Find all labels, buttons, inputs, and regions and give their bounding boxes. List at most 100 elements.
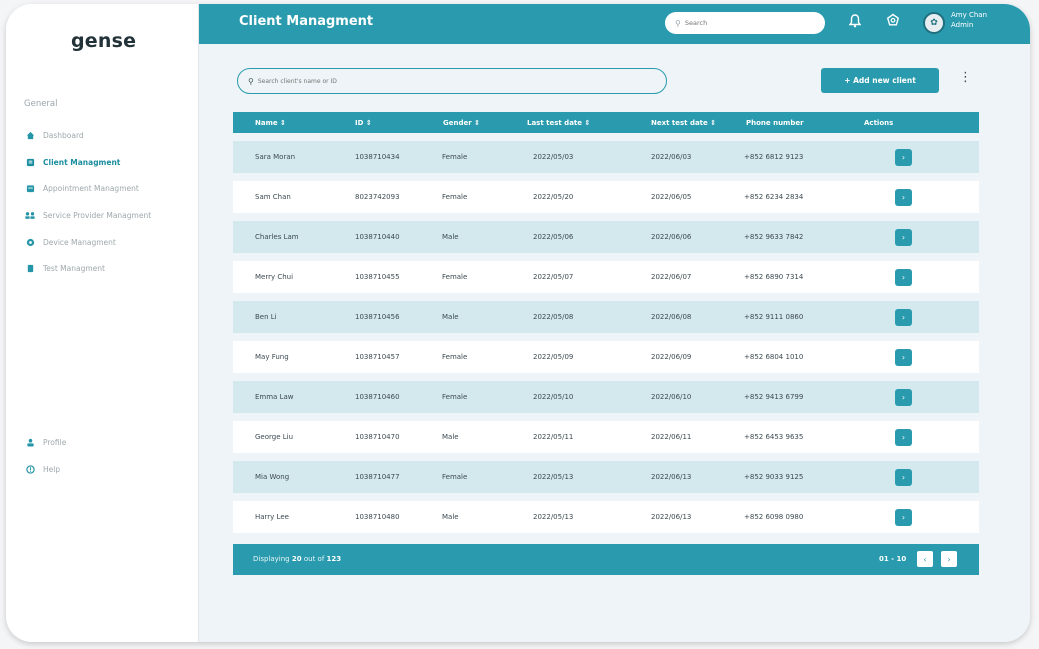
cell-next-test-date: 2022/06/13 xyxy=(651,513,692,521)
sidebar-item-label: Help xyxy=(43,464,61,474)
settings-icon[interactable] xyxy=(886,13,900,31)
sidebar-item-appointment-managment[interactable]: Appointment Managment xyxy=(24,175,194,202)
sidebar-item-label: Device Managment xyxy=(43,237,116,247)
cell-id: 1038710434 xyxy=(355,153,400,161)
view-client-button[interactable]: › xyxy=(895,148,912,166)
view-client-button[interactable]: › xyxy=(895,388,912,406)
col-header-actions: Actions xyxy=(864,118,894,127)
cell-phone: +852 6098 0980 xyxy=(744,513,804,521)
table-header: Name ⇕ ID ⇕ Gender ⇕ Last test date ⇕ Ne… xyxy=(233,112,979,133)
cell-actions: › xyxy=(858,308,938,326)
sidebar: gense General Dashboard Client Managment… xyxy=(6,4,198,642)
test-icon xyxy=(24,263,36,275)
col-header-name[interactable]: Name ⇕ xyxy=(233,119,333,127)
cell-last-test-date: 2022/05/07 xyxy=(533,273,574,281)
sidebar-item-device-managment[interactable]: Device Managment xyxy=(24,229,194,256)
cell-gender: Female xyxy=(442,353,468,361)
table-row: Ben Li 1038710456 Male 2022/05/08 2022/0… xyxy=(233,301,979,333)
help-icon xyxy=(24,463,36,475)
cell-id: 1038710440 xyxy=(355,233,400,241)
cell-id: 1038710460 xyxy=(355,393,400,401)
clients-table: Name ⇕ ID ⇕ Gender ⇕ Last test date ⇕ Ne… xyxy=(233,112,979,533)
client-search[interactable]: ⚲ xyxy=(237,68,667,94)
client-search-input[interactable] xyxy=(257,77,638,85)
cell-name: Emma Law xyxy=(255,393,294,401)
cell-id: 1038710455 xyxy=(355,273,400,281)
cell-next-test-date: 2022/06/10 xyxy=(651,393,692,401)
global-search[interactable]: ⚲ xyxy=(665,12,825,34)
client-icon xyxy=(24,156,36,168)
app-logo: gense xyxy=(71,30,137,52)
sidebar-item-profile[interactable]: Profile xyxy=(24,429,174,456)
user-icon xyxy=(24,436,36,448)
view-client-button[interactable]: › xyxy=(895,268,912,286)
cell-last-test-date: 2022/05/11 xyxy=(533,433,574,441)
cell-actions: › xyxy=(858,468,938,486)
cell-name: George Liu xyxy=(255,433,294,441)
cell-last-test-date: 2022/05/13 xyxy=(533,473,574,481)
cell-next-test-date: 2022/06/07 xyxy=(651,273,692,281)
calendar-icon xyxy=(24,183,36,195)
cell-actions: › xyxy=(858,188,938,206)
sidebar-item-help[interactable]: Help xyxy=(24,456,174,483)
sidebar-item-test-managment[interactable]: Test Managment xyxy=(24,255,194,282)
add-new-client-button[interactable]: + Add new client xyxy=(821,68,939,93)
view-client-button[interactable]: › xyxy=(895,308,912,326)
cell-next-test-date: 2022/06/09 xyxy=(651,353,692,361)
col-header-next-test-date[interactable]: Next test date ⇕ xyxy=(633,119,738,127)
app-window: gense General Dashboard Client Managment… xyxy=(6,4,1030,642)
sidebar-item-label: Dashboard xyxy=(43,130,84,140)
view-client-button[interactable]: › xyxy=(895,428,912,446)
view-client-button[interactable]: › xyxy=(895,348,912,366)
avatar[interactable]: ✿ xyxy=(923,12,945,34)
cell-phone: +852 9033 9125 xyxy=(744,473,804,481)
view-client-button[interactable]: › xyxy=(895,468,912,486)
cell-actions: › xyxy=(858,228,938,246)
next-page-button[interactable]: › xyxy=(941,551,957,567)
view-client-button[interactable]: › xyxy=(895,188,912,206)
cell-phone: +852 6812 9123 xyxy=(744,153,804,161)
cell-phone: +852 9413 6799 xyxy=(744,393,804,401)
cell-last-test-date: 2022/05/13 xyxy=(533,513,574,521)
cell-gender: Female xyxy=(442,193,468,201)
prev-page-button[interactable]: ‹ xyxy=(917,551,933,567)
cell-name: Mia Wong xyxy=(255,473,290,481)
global-search-input[interactable] xyxy=(684,19,805,27)
sidebar-item-label: Test Managment xyxy=(43,264,105,274)
sidebar-item-label: Service Provider Managment xyxy=(43,210,152,220)
sidebar-item-client-managment[interactable]: Client Managment xyxy=(24,149,194,176)
cell-id: 1038710470 xyxy=(355,433,400,441)
page-range: 01 - 10 xyxy=(879,555,907,563)
cell-actions: › xyxy=(858,508,938,526)
main-content: Client Managment ⚲ ✿ Amy Chan Admin ⚲ + … xyxy=(198,4,1030,642)
user-role: Admin xyxy=(951,21,974,29)
col-header-last-test-date[interactable]: Last test date ⇕ xyxy=(503,119,633,127)
search-icon: ⚲ xyxy=(248,76,254,86)
table-row: Charles Lam 1038710440 Male 2022/05/06 2… xyxy=(233,221,979,253)
cell-last-test-date: 2022/05/03 xyxy=(533,153,574,161)
view-client-button[interactable]: › xyxy=(895,508,912,526)
bell-icon[interactable] xyxy=(848,14,862,32)
col-header-id[interactable]: ID ⇕ xyxy=(333,119,418,127)
cell-phone: +852 6804 1010 xyxy=(744,353,804,361)
cell-next-test-date: 2022/06/03 xyxy=(651,153,692,161)
view-client-button[interactable]: › xyxy=(895,228,912,246)
cell-next-test-date: 2022/06/13 xyxy=(651,473,692,481)
cell-gender: Female xyxy=(442,153,468,161)
table-footer: Displaying 20 out of 123 01 - 10 ‹ › xyxy=(233,544,979,575)
cell-name: Sara Moran xyxy=(255,153,296,161)
page-title: Client Managment xyxy=(239,14,374,29)
more-options-icon[interactable]: ⋮ xyxy=(959,70,972,85)
sidebar-item-service-provider-managment[interactable]: Service Provider Managment xyxy=(24,202,194,229)
cell-phone: +852 6890 7314 xyxy=(744,273,804,281)
sidebar-item-dashboard[interactable]: Dashboard xyxy=(24,122,194,149)
cell-phone: +852 6234 2834 xyxy=(744,193,804,201)
table-row: George Liu 1038710470 Male 2022/05/11 20… xyxy=(233,421,979,453)
sidebar-section-label: General xyxy=(24,99,58,109)
col-header-gender[interactable]: Gender ⇕ xyxy=(418,119,503,127)
search-icon: ⚲ xyxy=(675,18,681,28)
table-row: Sara Moran 1038710434 Female 2022/05/03 … xyxy=(233,141,979,173)
sidebar-nav: Dashboard Client Managment Appointment M… xyxy=(24,122,194,282)
cell-actions: › xyxy=(858,348,938,366)
cell-id: 1038710456 xyxy=(355,313,400,321)
